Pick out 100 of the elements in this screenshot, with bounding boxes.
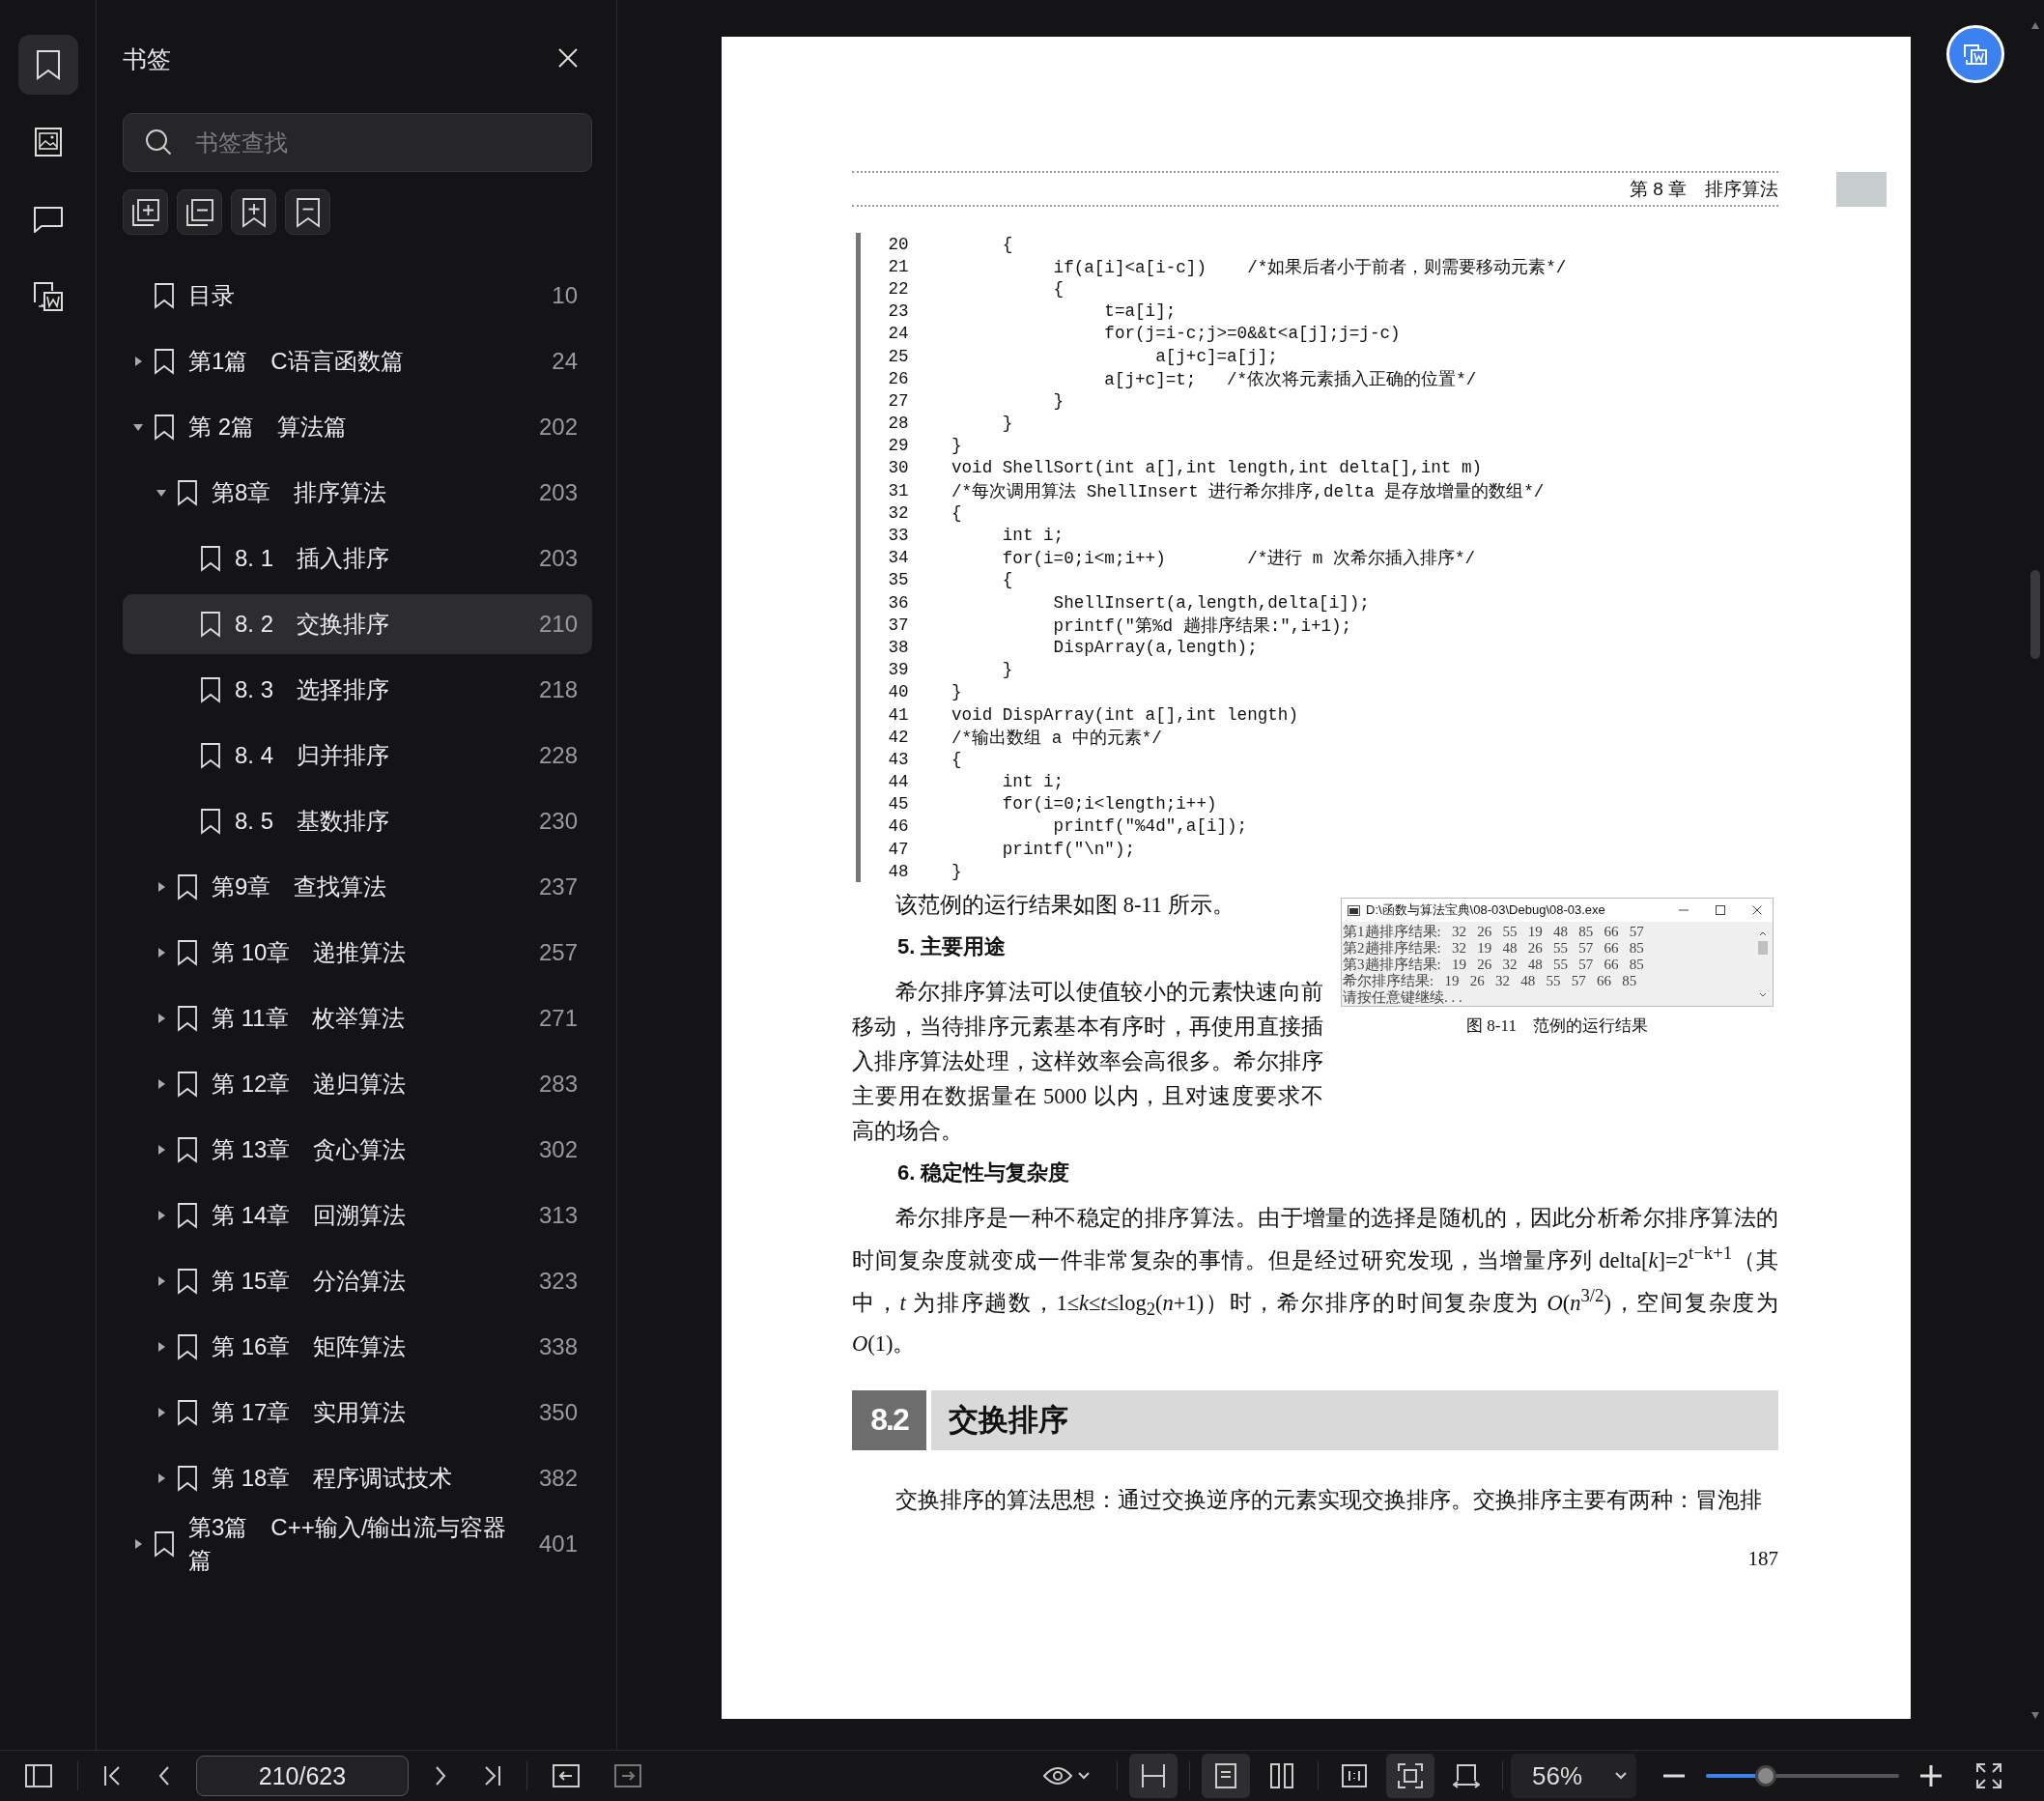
bookmark-item[interactable]: 第 16章 矩阵算法 338 <box>123 1314 592 1380</box>
expand-arrow-icon[interactable] <box>156 1473 166 1483</box>
line-number: 40 <box>887 682 910 702</box>
bookmark-item[interactable]: 第 10章 递推算法 257 <box>123 920 592 986</box>
bookmark-item[interactable]: 第 11章 枚举算法 271 <box>123 986 592 1051</box>
code-line: a[j+c]=t; /*依次将元素插入正确的位置*/ <box>1103 368 1477 390</box>
add-bookmark-button[interactable] <box>231 189 276 235</box>
last-page-icon[interactable] <box>482 1765 501 1787</box>
line-number: 39 <box>887 660 910 680</box>
image-icon <box>34 128 62 157</box>
two-page-icon <box>1270 1763 1293 1788</box>
back-icon[interactable] <box>553 1764 580 1787</box>
sidebar-tab[interactable] <box>17 35 78 95</box>
bookmark-icon <box>200 676 221 703</box>
fullscreen-icon[interactable] <box>1976 1763 2001 1788</box>
bookmark-item[interactable]: 8. 3 选择排序 218 <box>123 657 592 723</box>
bookmark-icon <box>154 282 175 309</box>
console-icon <box>1348 904 1360 916</box>
code-line: a[j+c]=a[j]; <box>1154 346 1278 366</box>
bookmark-item[interactable]: 8. 1 插入排序 203 <box>123 526 592 591</box>
bookmark-icon <box>200 611 221 638</box>
bookmark-item[interactable]: 第9章 查找算法 237 <box>123 854 592 920</box>
line-number: 34 <box>887 548 910 568</box>
search-field[interactable]: 书签查找 <box>123 113 592 172</box>
close-icon[interactable] <box>557 47 579 69</box>
line-number: 21 <box>887 256 910 276</box>
paragraph: 该范例的运行结果如图 8-11 所示。 <box>894 892 1235 920</box>
expand-arrow-icon[interactable] <box>156 948 166 958</box>
bookmark-icon <box>177 479 198 506</box>
code-line: } <box>1052 390 1065 411</box>
bookmark-item[interactable]: 第 17章 实用算法 350 <box>123 1380 592 1445</box>
code-line: for(i=0;i<m;i++) /*进行 m 次希尔插入排序*/ <box>1001 548 1476 570</box>
bookmark-item[interactable]: 8. 2 交换排序 210 <box>123 594 592 654</box>
line-number: 28 <box>887 414 910 434</box>
bookmark-item[interactable]: 8. 4 归并排序 228 <box>123 723 592 788</box>
page-tab-marker <box>1836 172 1887 207</box>
section-heading: 6. 稳定性与复杂度 <box>896 1159 1071 1187</box>
code-line: } <box>1001 414 1013 434</box>
code-line: } <box>951 436 962 456</box>
view-mode-button[interactable] <box>1202 1754 1250 1798</box>
expand-arrow-icon[interactable] <box>156 1211 166 1220</box>
bookmark-item[interactable]: 第 18章 程序调试技术 382 <box>123 1445 592 1511</box>
search-icon <box>144 128 173 157</box>
maximize-icon <box>1715 904 1726 917</box>
view-mode-button[interactable] <box>1129 1754 1178 1798</box>
bookmark-item[interactable]: 第1篇 C语言函数篇 24 <box>123 329 592 394</box>
expand-arrow-icon[interactable] <box>156 1079 166 1089</box>
first-page-icon[interactable] <box>103 1765 123 1787</box>
console-output-line: 第1趟排序结果: 32 26 55 19 48 85 66 57 <box>1343 924 1645 940</box>
expand-arrow-icon[interactable] <box>156 1408 166 1417</box>
code-line: } <box>1001 660 1013 680</box>
remove-bookmark-button[interactable] <box>285 189 330 235</box>
bookmark-item[interactable]: 第8章 排序算法 203 <box>123 460 592 526</box>
line-number: 42 <box>887 727 910 747</box>
expand-icon <box>129 196 161 228</box>
eye-icon[interactable] <box>1043 1766 1072 1786</box>
bookmark-item[interactable]: 第 14章 回溯算法 313 <box>123 1183 592 1248</box>
bookmark-item[interactable]: 目录 10 <box>123 263 592 329</box>
sidebar-toggle-icon[interactable] <box>25 1764 52 1787</box>
bookmark-item[interactable]: 第3篇 C++输入/输出流与容器篇 401 <box>123 1511 592 1577</box>
bookmark-item[interactable]: 第 15章 分治算法 323 <box>123 1248 592 1314</box>
caret-icon <box>1615 1772 1627 1780</box>
expand-all-button[interactable] <box>123 189 168 235</box>
code-line: printf("%4d",a[i]); <box>1052 816 1248 837</box>
forward-icon[interactable] <box>614 1764 641 1787</box>
line-number: 30 <box>887 458 910 478</box>
panel-title: 书签 <box>123 44 171 74</box>
expand-arrow-icon[interactable] <box>156 1145 166 1155</box>
zoom-slider[interactable] <box>1706 1764 1899 1787</box>
line-number: 48 <box>887 861 910 881</box>
bookmark-item[interactable]: 第 13章 贪心算法 302 <box>123 1117 592 1183</box>
expand-arrow-icon[interactable] <box>156 488 166 498</box>
expand-arrow-icon[interactable] <box>133 1539 143 1549</box>
expand-arrow-icon[interactable] <box>156 882 166 892</box>
convert-button[interactable] <box>1946 25 2004 83</box>
bookmark-item[interactable]: 第 12章 递归算法 283 <box>123 1051 592 1117</box>
bookmark-item[interactable]: 第 2篇 算法篇 202 <box>123 394 592 460</box>
page-number-field[interactable]: 210/623 <box>196 1756 409 1796</box>
line-number: 37 <box>887 615 910 635</box>
bookmark-item[interactable]: 8. 5 基数排序 230 <box>123 788 592 854</box>
bookmark-icon <box>177 1136 198 1163</box>
caret-icon[interactable] <box>1078 1772 1090 1780</box>
expand-arrow-icon[interactable] <box>133 357 143 366</box>
collapse-all-button[interactable] <box>177 189 222 235</box>
paragraph: 希尔排序算法可以使值较小的元素快速向前移动，当待排序元素基本有序时，再使用直接插入排序算法处理，这样效率会高很多。希尔排序主要用在数据量在 5000 以内，且对速度要求不高的场合。 <box>852 979 1323 1146</box>
expand-arrow-icon[interactable] <box>156 1014 166 1023</box>
expand-arrow-icon[interactable] <box>133 422 143 432</box>
next-page-icon[interactable] <box>434 1765 447 1787</box>
line-number: 25 <box>887 346 910 366</box>
expand-arrow-icon[interactable] <box>156 1276 166 1286</box>
line-number: 22 <box>887 278 910 299</box>
line-number: 33 <box>887 526 910 546</box>
paragraph: 交换排序的算法思想：通过交换逆序的元素实现交换排序。交换排序主要有两种：冒泡排 <box>894 1486 1763 1514</box>
expand-arrow-icon[interactable] <box>156 1342 166 1352</box>
bookmark-icon <box>177 873 198 900</box>
zoom-out-icon[interactable] <box>1663 1774 1685 1778</box>
zoom-dropdown[interactable]: 56% <box>1511 1754 1636 1798</box>
zoom-in-icon[interactable] <box>1920 1765 1942 1787</box>
view-mode-button[interactable] <box>1386 1754 1434 1798</box>
previous-page-icon[interactable] <box>157 1765 171 1787</box>
